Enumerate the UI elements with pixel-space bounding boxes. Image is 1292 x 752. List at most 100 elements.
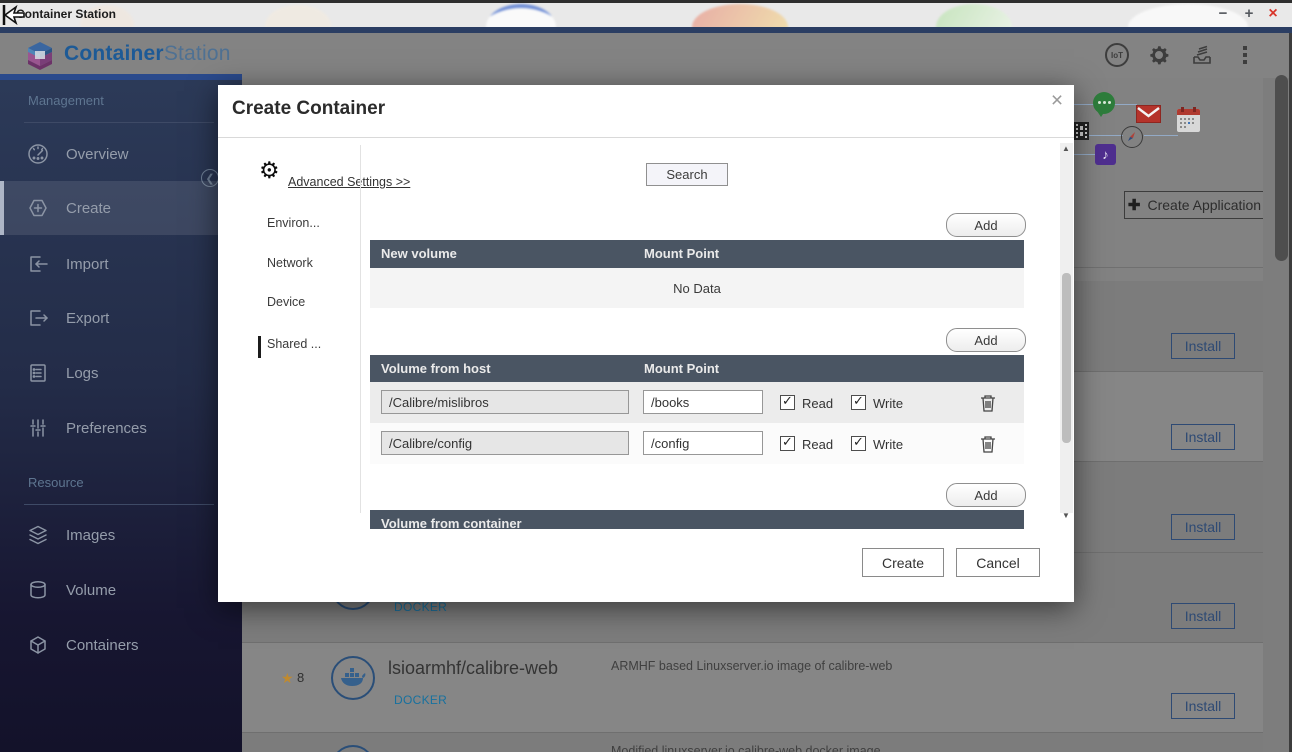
delete-row-icon[interactable] — [980, 435, 996, 453]
write-label: Write — [873, 396, 903, 411]
cylinder-icon — [26, 578, 50, 602]
scroll-down-icon[interactable]: ▼ — [1062, 511, 1070, 520]
settings-gear-icon[interactable] — [1147, 43, 1171, 67]
dialog-title: Create Container — [232, 98, 385, 120]
sidebar-item-label: Create — [66, 200, 111, 217]
dialog-nav-device[interactable]: Device — [267, 295, 305, 309]
column-mount-point: Mount Point — [644, 361, 719, 376]
install-button[interactable]: Install — [1171, 693, 1235, 719]
calendar-app-icon — [1177, 109, 1200, 132]
dialog-close-icon[interactable]: × — [1046, 89, 1068, 113]
minimize-button[interactable]: − — [1213, 5, 1233, 22]
sidebar-item-create[interactable]: Create — [0, 181, 242, 235]
create-button[interactable]: Create — [862, 548, 944, 577]
mouse-cursor-icon — [1, 3, 31, 27]
iot-icon[interactable]: IoT — [1105, 43, 1129, 67]
dialog-scrollbar-thumb[interactable] — [1062, 273, 1071, 443]
page-scrollbar-thumb[interactable] — [1275, 75, 1288, 261]
install-button[interactable]: Install — [1171, 424, 1235, 450]
close-window-button[interactable]: × — [1263, 5, 1283, 23]
image-name[interactable]: lsioarmhf/calibre-web — [388, 658, 558, 679]
create-application-button[interactable]: ✚ Create Application — [1124, 191, 1265, 219]
star-icon: ★ — [281, 670, 294, 687]
read-checkbox[interactable] — [780, 436, 795, 451]
delete-row-icon[interactable] — [980, 394, 996, 412]
install-button[interactable]: Install — [1171, 514, 1235, 540]
sidebar-item-preferences[interactable]: Preferences — [0, 401, 242, 455]
host-volume-row: Read Write — [370, 382, 1024, 423]
dialog-nav-shared-folders[interactable]: Shared ... — [267, 337, 321, 351]
column-volume-from-host: Volume from host — [381, 361, 491, 376]
read-checkbox[interactable] — [780, 395, 795, 410]
sidebar-item-overview[interactable]: Overview — [0, 127, 242, 181]
app-title-bold: Container — [64, 42, 164, 65]
dialog-nav-environment[interactable]: Environ... — [267, 216, 320, 230]
add-new-volume-button[interactable]: Add — [946, 213, 1026, 237]
docker-whale-icon — [331, 745, 375, 752]
column-mount-point: Mount Point — [644, 246, 719, 261]
host-path-input[interactable] — [381, 390, 629, 414]
sliders-icon — [26, 416, 50, 440]
install-button[interactable]: Install — [1171, 333, 1235, 359]
maximize-button[interactable]: + — [1239, 5, 1259, 22]
sidebar-item-volume[interactable]: Volume — [0, 563, 242, 617]
container-station-window: Container Station − + × ContainerStation… — [0, 0, 1292, 752]
active-nav-indicator — [258, 336, 261, 358]
marketplace-row: ★ 8 lsioarmhf/calibre-web DOCKER ARMHF b… — [242, 643, 1263, 733]
advanced-settings-gear-icon: ⚙ — [259, 157, 280, 184]
film-app-icon — [1074, 122, 1089, 140]
sidebar-item-label: Logs — [66, 365, 99, 382]
layers-icon — [26, 523, 50, 547]
platform-label: DOCKER — [394, 600, 447, 614]
image-description: ARMHF based Linuxserver.io image of cali… — [611, 659, 892, 673]
plus-icon: ✚ — [1128, 196, 1141, 214]
install-button[interactable]: Install — [1171, 603, 1235, 629]
write-checkbox[interactable] — [851, 436, 866, 451]
sidebar-item-import[interactable]: Import — [0, 237, 242, 291]
more-menu-icon[interactable] — [1233, 43, 1257, 67]
sidebar-item-logs[interactable]: Logs — [0, 346, 242, 400]
read-label: Read — [802, 396, 833, 411]
docker-whale-icon — [331, 656, 375, 700]
background-blob — [265, 5, 331, 27]
app-title-light: Station — [164, 42, 231, 65]
export-icon — [26, 306, 50, 330]
create-application-label: Create Application — [1147, 197, 1261, 213]
sidebar-item-label: Import — [66, 256, 109, 273]
events-log-icon[interactable] — [1190, 43, 1214, 67]
write-checkbox[interactable] — [851, 395, 866, 410]
nav-divider — [360, 145, 361, 513]
compass-app-icon — [1121, 126, 1143, 148]
window-title: Container Station — [16, 7, 116, 21]
cancel-button[interactable]: Cancel — [956, 548, 1040, 577]
advanced-settings-link[interactable]: Advanced Settings >> — [288, 175, 410, 189]
search-button[interactable]: Search — [646, 163, 728, 186]
add-container-volume-button[interactable]: Add — [946, 483, 1026, 507]
sidebar-item-containers[interactable]: Containers — [0, 618, 242, 672]
create-container-dialog: Create Container × ⚙ Advanced Settings >… — [218, 85, 1074, 602]
mail-app-icon — [1136, 105, 1161, 123]
host-volume-row: Read Write — [370, 423, 1024, 464]
volume-from-host-table-header: Volume from host Mount Point — [370, 355, 1024, 382]
sidebar-item-label: Images — [66, 527, 115, 544]
app-header: ContainerStation IoT — [0, 33, 1292, 78]
add-host-volume-button[interactable]: Add — [946, 328, 1026, 352]
background-blob — [936, 4, 1012, 27]
mount-point-input[interactable] — [643, 390, 763, 414]
dialog-nav-network[interactable]: Network — [267, 256, 313, 270]
host-path-input[interactable] — [381, 431, 629, 455]
sidebar-item-label: Export — [66, 310, 109, 327]
column-new-volume: New volume — [381, 246, 457, 261]
star-count: 8 — [297, 670, 304, 685]
sidebar-item-images[interactable]: Images — [0, 508, 242, 562]
sidebar-item-export[interactable]: Export — [0, 291, 242, 345]
logs-icon — [26, 361, 50, 385]
image-description: Modified linuxserver.io calibre-web dock… — [611, 744, 881, 752]
music-app-icon: ♪ — [1095, 144, 1116, 165]
app-title: ContainerStation — [64, 42, 231, 66]
new-volume-table-header: New volume Mount Point — [370, 240, 1024, 268]
sidebar-item-label: Preferences — [66, 420, 147, 437]
scroll-up-icon[interactable]: ▲ — [1062, 144, 1070, 153]
background-blob — [692, 4, 788, 27]
mount-point-input[interactable] — [643, 431, 763, 455]
